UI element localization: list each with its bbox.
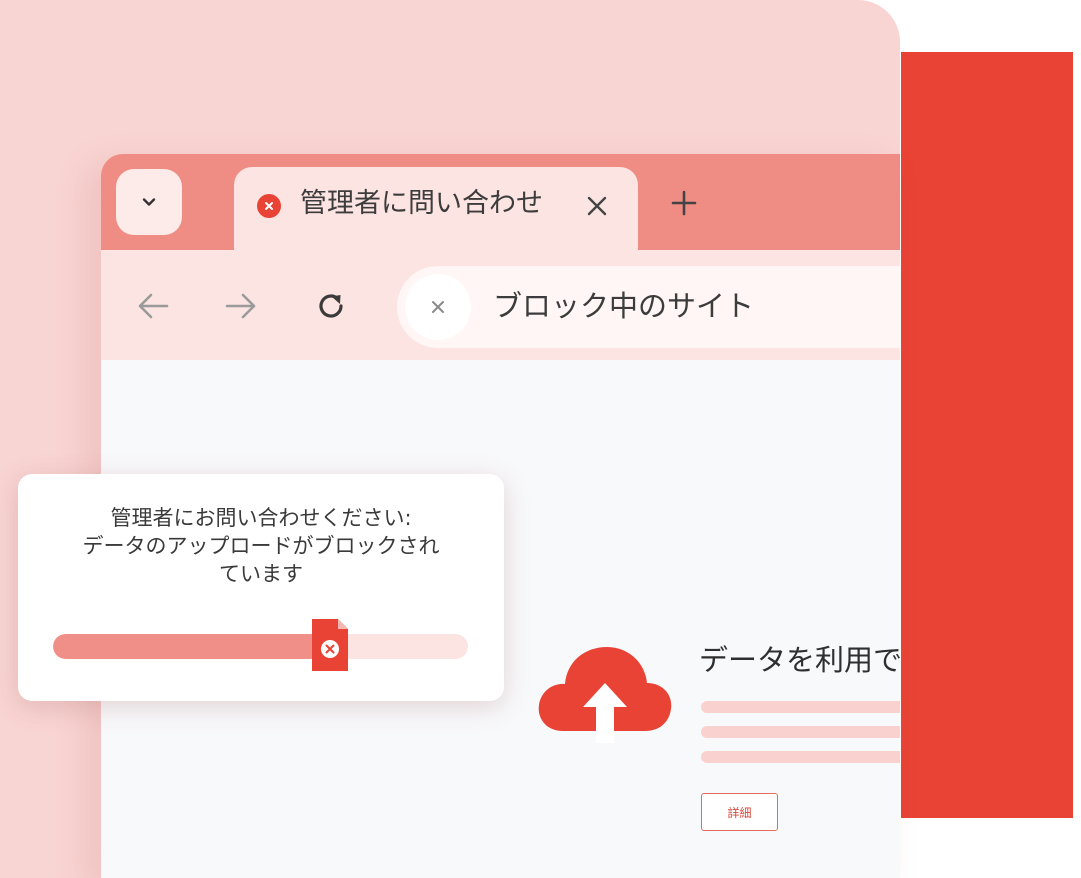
chevron-down-icon [142, 198, 156, 206]
plus-icon [671, 190, 697, 216]
upload-progress-bar [53, 634, 468, 659]
forward-button[interactable] [221, 286, 261, 326]
text-placeholder-line [701, 751, 900, 763]
toolbar: ブロック中のサイト [101, 250, 900, 360]
reload-button[interactable] [311, 286, 351, 326]
tab-title: 管理者に問い合わせ [300, 188, 543, 219]
text-placeholder-line [701, 701, 900, 713]
arrow-right-icon [225, 293, 256, 319]
address-text: ブロック中のサイト [493, 289, 755, 323]
upload-progress-fill [53, 634, 323, 659]
address-bar[interactable]: ブロック中のサイト [397, 266, 900, 348]
close-icon [587, 196, 607, 216]
clear-button[interactable] [405, 274, 471, 340]
close-icon [432, 301, 444, 313]
tab-strip: 管理者に問い合わせ [101, 154, 900, 257]
decorative-red-block [901, 52, 1073, 818]
error-circle-icon [257, 194, 281, 218]
back-button[interactable] [133, 286, 173, 326]
reload-icon [319, 294, 343, 318]
new-tab-button[interactable] [667, 186, 701, 220]
tab-search-button[interactable] [116, 169, 182, 235]
tab-close-button[interactable] [580, 189, 614, 223]
notification-popup: 管理者にお問い合わせください: データのアップロードがブロックされ ています [18, 474, 504, 701]
text-placeholder-line [701, 726, 900, 738]
details-button[interactable]: 詳細 [701, 793, 778, 831]
tab-active[interactable]: 管理者に問い合わせ [234, 167, 638, 257]
cloud-upload-icon [538, 647, 672, 743]
page-heading: データを利用で [699, 643, 900, 677]
popup-message: 管理者にお問い合わせください: データのアップロードがブロックされ ています [82, 506, 440, 586]
blocked-file-icon [312, 619, 348, 671]
arrow-left-icon [138, 293, 169, 319]
